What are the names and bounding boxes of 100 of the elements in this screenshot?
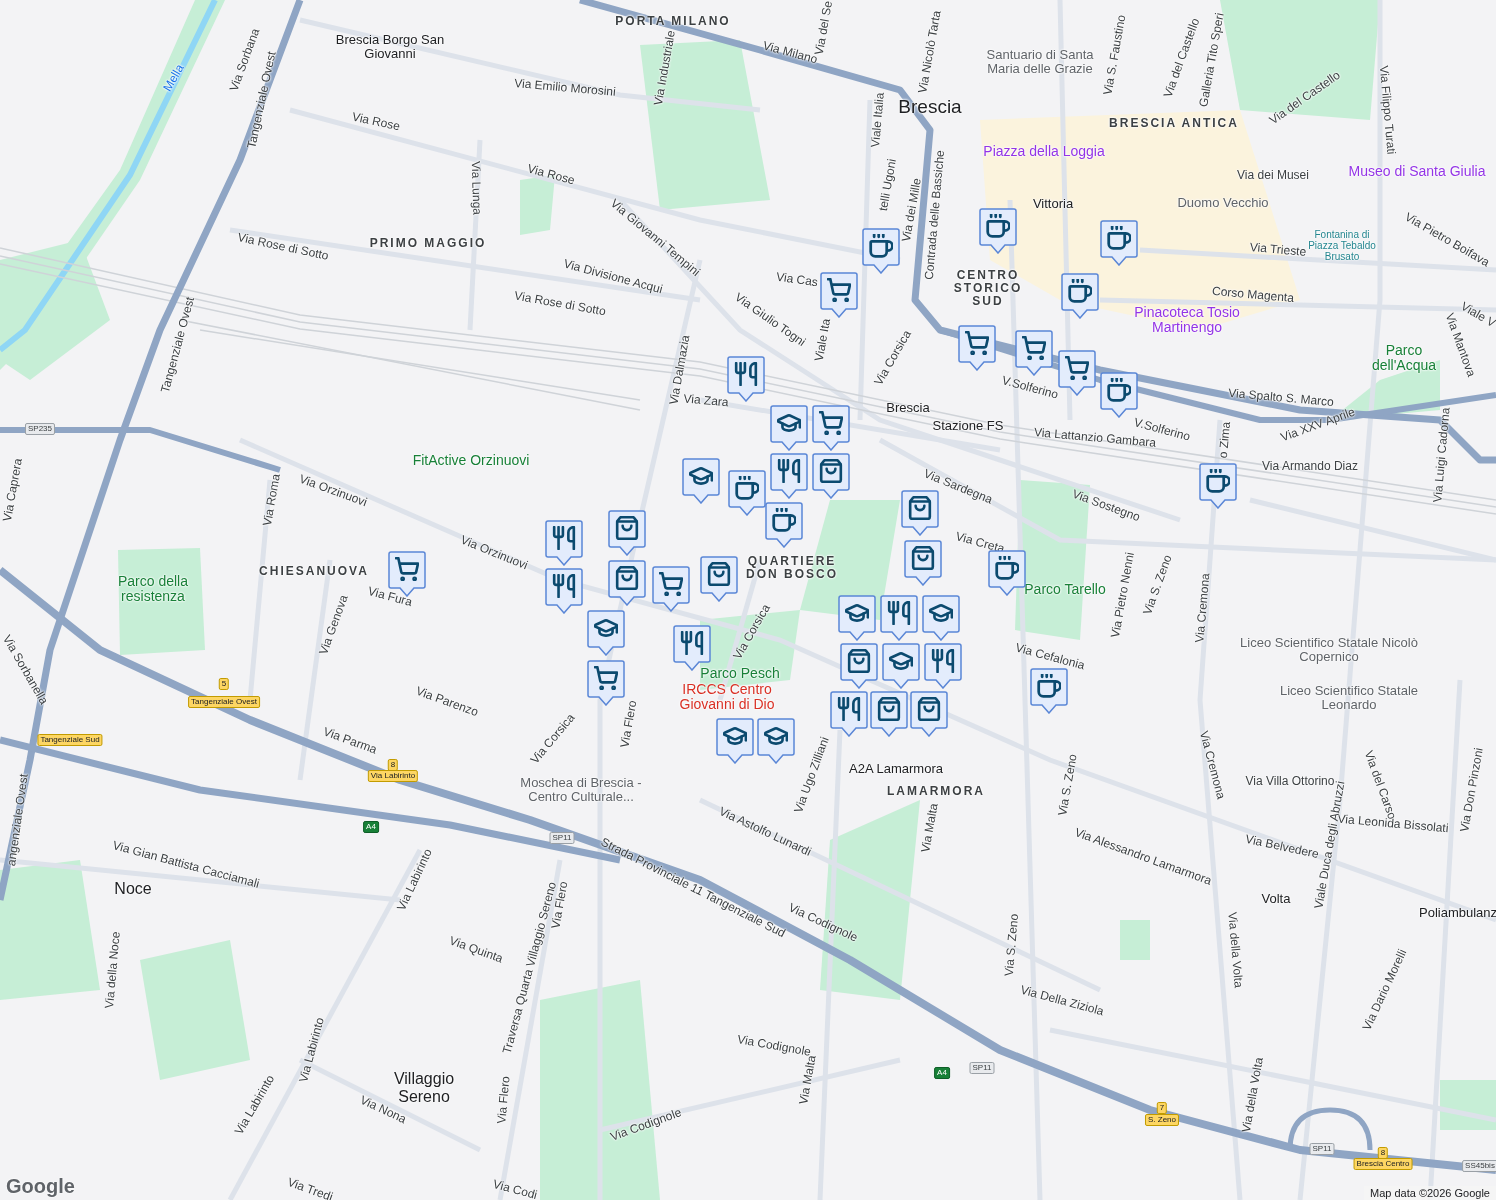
place-label: PORTA MILANO: [615, 15, 731, 29]
shopping-bag-icon: [877, 697, 901, 721]
road-shield: Via Labirinto: [367, 770, 419, 782]
street-label: Via S. Zeno: [1141, 553, 1175, 617]
school-marker[interactable]: [716, 718, 754, 764]
cafe-marker[interactable]: [862, 228, 900, 274]
shopping-cart-icon: [819, 411, 843, 435]
street-label: Via Labirinto: [297, 1016, 327, 1084]
cafe-marker[interactable]: [988, 550, 1026, 596]
fork-knife-icon: [837, 697, 861, 721]
cafe-marker[interactable]: [1030, 668, 1068, 714]
school-marker[interactable]: [587, 610, 625, 656]
supermarket-marker[interactable]: [587, 660, 625, 706]
restaurant-marker[interactable]: [727, 356, 765, 402]
place-label: IRCCS Centro Giovanni di Dio: [678, 681, 776, 713]
shop-marker[interactable]: [904, 540, 942, 586]
place-label: Parco Pesch: [700, 666, 780, 682]
restaurant-marker[interactable]: [924, 643, 962, 689]
road-shield: Tangenziale Ovest: [188, 696, 260, 708]
cup-icon: [986, 214, 1010, 238]
restaurant-marker[interactable]: [770, 453, 808, 499]
cafe-marker[interactable]: [1199, 463, 1237, 509]
street-label: Via della Volta: [1225, 911, 1245, 989]
street-label: Via Armando Diaz: [1262, 460, 1358, 474]
street-label: Via Pietro Nenni: [1109, 551, 1137, 639]
supermarket-marker[interactable]: [652, 566, 690, 612]
street-label: Via Flero: [495, 1075, 513, 1125]
cup-icon: [1107, 226, 1131, 250]
place-label: Parco dell'Acqua: [1370, 342, 1438, 374]
map-logo[interactable]: Google: [6, 1175, 75, 1198]
cafe-marker[interactable]: [1100, 372, 1138, 418]
place-label: Stazione FS: [932, 418, 1004, 434]
place-label: Noce: [114, 880, 152, 898]
school-marker[interactable]: [770, 405, 808, 451]
street-label: Via Malta: [919, 802, 941, 854]
place-label: Villaggio Sereno: [393, 1070, 456, 1105]
street-label: Viale Italia: [869, 91, 887, 149]
road-shield: A4: [363, 821, 379, 833]
street-label: Via Industriale: [651, 29, 679, 107]
place-label: Museo di Santa Giulia: [1348, 164, 1486, 180]
place-label: Parco Tarello: [1024, 582, 1106, 598]
restaurant-marker[interactable]: [830, 691, 868, 737]
shop-marker[interactable]: [700, 556, 738, 602]
street-label: Via Cremona: [1196, 729, 1228, 801]
school-marker[interactable]: [838, 595, 876, 641]
cafe-marker[interactable]: [765, 502, 803, 548]
place-label: Santuario di Santa Maria delle Grazie: [985, 47, 1095, 77]
street-label: Via Zara: [682, 392, 730, 410]
cafe-marker[interactable]: [979, 208, 1017, 254]
restaurant-marker[interactable]: [880, 595, 918, 641]
supermarket-marker[interactable]: [820, 272, 858, 318]
road-shield: 5: [218, 678, 230, 690]
restaurant-marker[interactable]: [545, 568, 583, 614]
shop-marker[interactable]: [608, 560, 646, 606]
street-label: Via Nicolò Tarta: [916, 9, 944, 95]
road-shield: A4: [934, 1067, 950, 1079]
school-marker[interactable]: [682, 458, 720, 504]
graduation-cap-icon: [594, 616, 618, 640]
street-label: Via Lunga: [468, 160, 484, 216]
shopping-bag-icon: [615, 566, 639, 590]
road-shield: SP11: [969, 1062, 995, 1074]
school-marker[interactable]: [922, 595, 960, 641]
shopping-cart-icon: [827, 278, 851, 302]
shopping-cart-icon: [1065, 356, 1089, 380]
shopping-cart-icon: [594, 666, 618, 690]
place-label: Parco della resistenza: [116, 573, 189, 605]
street-label: Corso Magenta: [1211, 284, 1295, 306]
place-label: Piazza della Loggia: [983, 144, 1105, 160]
street-label: Via della Volta: [1239, 1056, 1267, 1134]
cafe-marker[interactable]: [728, 470, 766, 516]
shop-marker[interactable]: [870, 691, 908, 737]
street-label: telli Ugoni: [876, 157, 900, 213]
street-label: Via Codi: [491, 1177, 539, 1200]
cup-icon: [869, 234, 893, 258]
cup-icon: [1037, 674, 1061, 698]
place-label: Moschea di Brescia - Centro Culturale...: [519, 775, 643, 805]
restaurant-marker[interactable]: [545, 520, 583, 566]
shopping-bag-icon: [908, 496, 932, 520]
supermarket-marker[interactable]: [958, 325, 996, 371]
place-label: LAMARMORA: [887, 785, 985, 799]
graduation-cap-icon: [723, 724, 747, 748]
street-label: Via Don Pinzoni: [1458, 746, 1486, 834]
fork-knife-icon: [887, 601, 911, 625]
shopping-cart-icon: [395, 557, 419, 581]
street-label: Via dei Musei: [1237, 169, 1309, 183]
street-label: o Zima: [1216, 421, 1234, 459]
supermarket-marker[interactable]: [1058, 350, 1096, 396]
shop-marker[interactable]: [901, 490, 939, 536]
fork-knife-icon: [552, 526, 576, 550]
shop-marker[interactable]: [910, 691, 948, 737]
supermarket-marker[interactable]: [1015, 330, 1053, 376]
supermarket-marker[interactable]: [812, 405, 850, 451]
school-marker[interactable]: [757, 718, 795, 764]
place-label: Pinacoteca Tosio Martinengo: [1133, 304, 1241, 336]
shop-marker[interactable]: [812, 453, 850, 499]
school-marker[interactable]: [882, 643, 920, 689]
cafe-marker[interactable]: [1061, 273, 1099, 319]
graduation-cap-icon: [689, 464, 713, 488]
shop-marker[interactable]: [608, 510, 646, 556]
shop-marker[interactable]: [840, 643, 878, 689]
